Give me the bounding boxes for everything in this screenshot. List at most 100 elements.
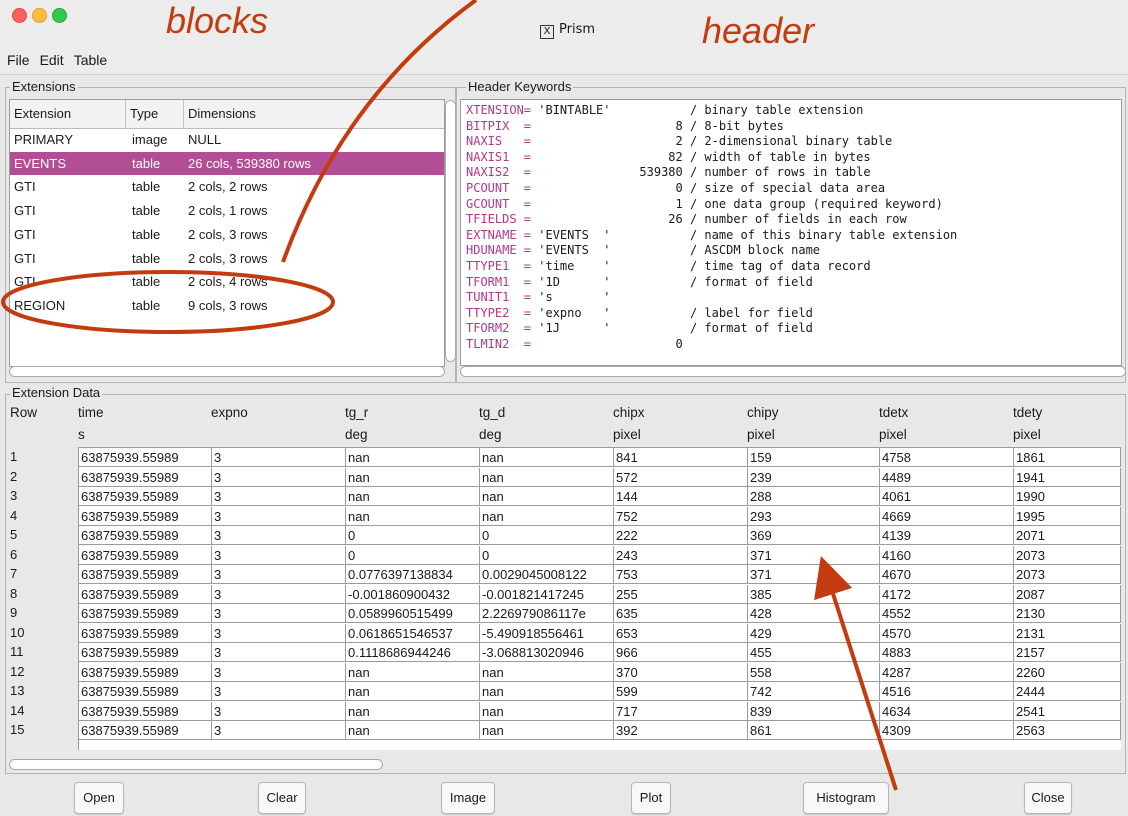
data-cell[interactable]: 371 [748,565,880,584]
data-cell[interactable]: nan [480,467,614,487]
data-cell[interactable]: -0.001821417245 [480,584,614,604]
data-cell[interactable]: 63875939.55989 [79,662,212,682]
data-cell[interactable]: 392 [614,721,748,740]
data-cell[interactable]: 4172 [880,584,1014,604]
close-window-icon[interactable] [12,8,27,23]
extension-row[interactable]: GTI table 2 cols, 2 rows [10,175,444,198]
column-header-expno[interactable]: expno [211,405,248,420]
data-cell[interactable]: 2073 [1014,565,1121,584]
data-cell[interactable]: 2.226979086117e [480,604,614,623]
data-cell[interactable]: 63875939.55989 [79,487,212,506]
data-cell[interactable]: nan [346,448,480,467]
data-cell[interactable]: 861 [748,721,880,740]
data-cell[interactable]: 0.0776397138834 [346,565,480,584]
data-cell[interactable]: 4309 [880,721,1014,740]
data-cell[interactable]: 1990 [1014,487,1121,506]
data-cell[interactable]: nan [480,701,614,721]
data-cell[interactable]: 2131 [1014,623,1121,643]
data-cell[interactable]: 3 [212,604,346,623]
column-header-dimensions[interactable]: Dimensions [184,100,444,128]
data-cell[interactable]: 3 [212,643,346,662]
extensions-vertical-scrollbar[interactable] [445,100,456,362]
data-cell[interactable]: 572 [614,467,748,487]
column-header-tg-d[interactable]: tg_d [479,405,505,420]
data-cell[interactable]: 0.0589960515499 [346,604,480,623]
data-cell[interactable]: 144 [614,487,748,506]
data-cell[interactable]: nan [480,721,614,740]
data-cell[interactable]: 63875939.55989 [79,701,212,721]
column-header-extension[interactable]: Extension [10,100,126,128]
extension-row[interactable]: GTI table 2 cols, 4 rows [10,270,444,293]
data-cell[interactable]: 4552 [880,604,1014,623]
data-cell[interactable]: 1861 [1014,448,1121,467]
data-cell[interactable]: 63875939.55989 [79,682,212,701]
data-cell[interactable]: 752 [614,506,748,526]
data-cell[interactable]: 288 [748,487,880,506]
data-cell[interactable]: 4634 [880,701,1014,721]
data-cell[interactable]: 3 [212,526,346,545]
data-cell[interactable]: nan [346,487,480,506]
data-cell[interactable]: 63875939.55989 [79,623,212,643]
data-cell[interactable]: 753 [614,565,748,584]
data-cell[interactable]: 4061 [880,487,1014,506]
close-button[interactable]: Close [1024,782,1072,814]
data-cell[interactable]: 3 [212,545,346,565]
data-cell[interactable]: nan [346,721,480,740]
data-cell[interactable]: 3 [212,682,346,701]
histogram-button[interactable]: Histogram [803,782,889,814]
data-cell[interactable]: 369 [748,526,880,545]
data-cell[interactable]: 841 [614,448,748,467]
data-cell[interactable]: 239 [748,467,880,487]
data-cell[interactable]: nan [346,701,480,721]
data-cell[interactable]: 635 [614,604,748,623]
data-cell[interactable]: 3 [212,506,346,526]
data-cell[interactable]: 4516 [880,682,1014,701]
data-cell[interactable]: 3 [212,448,346,467]
data-cell[interactable]: 2541 [1014,701,1121,721]
data-cell[interactable]: 3 [212,584,346,604]
data-cell[interactable]: 2563 [1014,721,1121,740]
data-cell[interactable]: nan [346,506,480,526]
data-cell[interactable]: 63875939.55989 [79,721,212,740]
menu-table[interactable]: Table [69,46,112,74]
data-cell[interactable]: 63875939.55989 [79,565,212,584]
clear-button[interactable]: Clear [258,782,306,814]
data-cell[interactable]: 455 [748,643,880,662]
extension-data-grid[interactable]: 63875939.55989 3 nan nan 841 159 4758 1861 63875… [78,447,1121,750]
data-cell[interactable]: 429 [748,623,880,643]
data-cell[interactable]: 293 [748,506,880,526]
data-cell[interactable]: -0.001860900432 [346,584,480,604]
extension-row[interactable]: GTI table 2 cols, 1 rows [10,199,444,222]
data-cell[interactable]: 3 [212,721,346,740]
data-cell[interactable]: 63875939.55989 [79,467,212,487]
data-cell[interactable]: 653 [614,623,748,643]
extension-row[interactable]: PRIMARY image NULL [10,128,444,151]
column-header-tg-r[interactable]: tg_r [345,405,368,420]
data-cell[interactable]: 0 [346,545,480,565]
data-cell[interactable]: 385 [748,584,880,604]
data-cell[interactable]: 222 [614,526,748,545]
header-keywords-text[interactable]: XTENSION= 'BINTABLE' / binary table exte… [460,99,1122,366]
column-header-type[interactable]: Type [126,100,184,128]
data-cell[interactable]: nan [480,506,614,526]
menu-edit[interactable]: Edit [35,46,69,74]
data-horizontal-scrollbar[interactable] [9,759,383,770]
data-cell[interactable]: 3 [212,467,346,487]
data-cell[interactable]: nan [480,448,614,467]
header-horizontal-scrollbar[interactable] [460,366,1126,377]
data-cell[interactable]: 159 [748,448,880,467]
column-header-chipy[interactable]: chipy [747,405,779,420]
data-cell[interactable]: 3 [212,565,346,584]
data-cell[interactable]: -5.490918556461 [480,623,614,643]
data-cell[interactable]: 966 [614,643,748,662]
extension-row[interactable]: GTI table 2 cols, 3 rows [10,247,444,270]
data-cell[interactable]: 2157 [1014,643,1121,662]
extension-row[interactable]: EVENTS table 26 cols, 539380 rows [10,151,444,175]
zoom-window-icon[interactable] [52,8,67,23]
data-cell[interactable]: 4570 [880,623,1014,643]
data-cell[interactable]: 4489 [880,467,1014,487]
extensions-horizontal-scrollbar[interactable] [9,366,445,377]
minimize-window-icon[interactable] [32,8,47,23]
data-cell[interactable]: 3 [212,662,346,682]
image-button[interactable]: Image [441,782,495,814]
